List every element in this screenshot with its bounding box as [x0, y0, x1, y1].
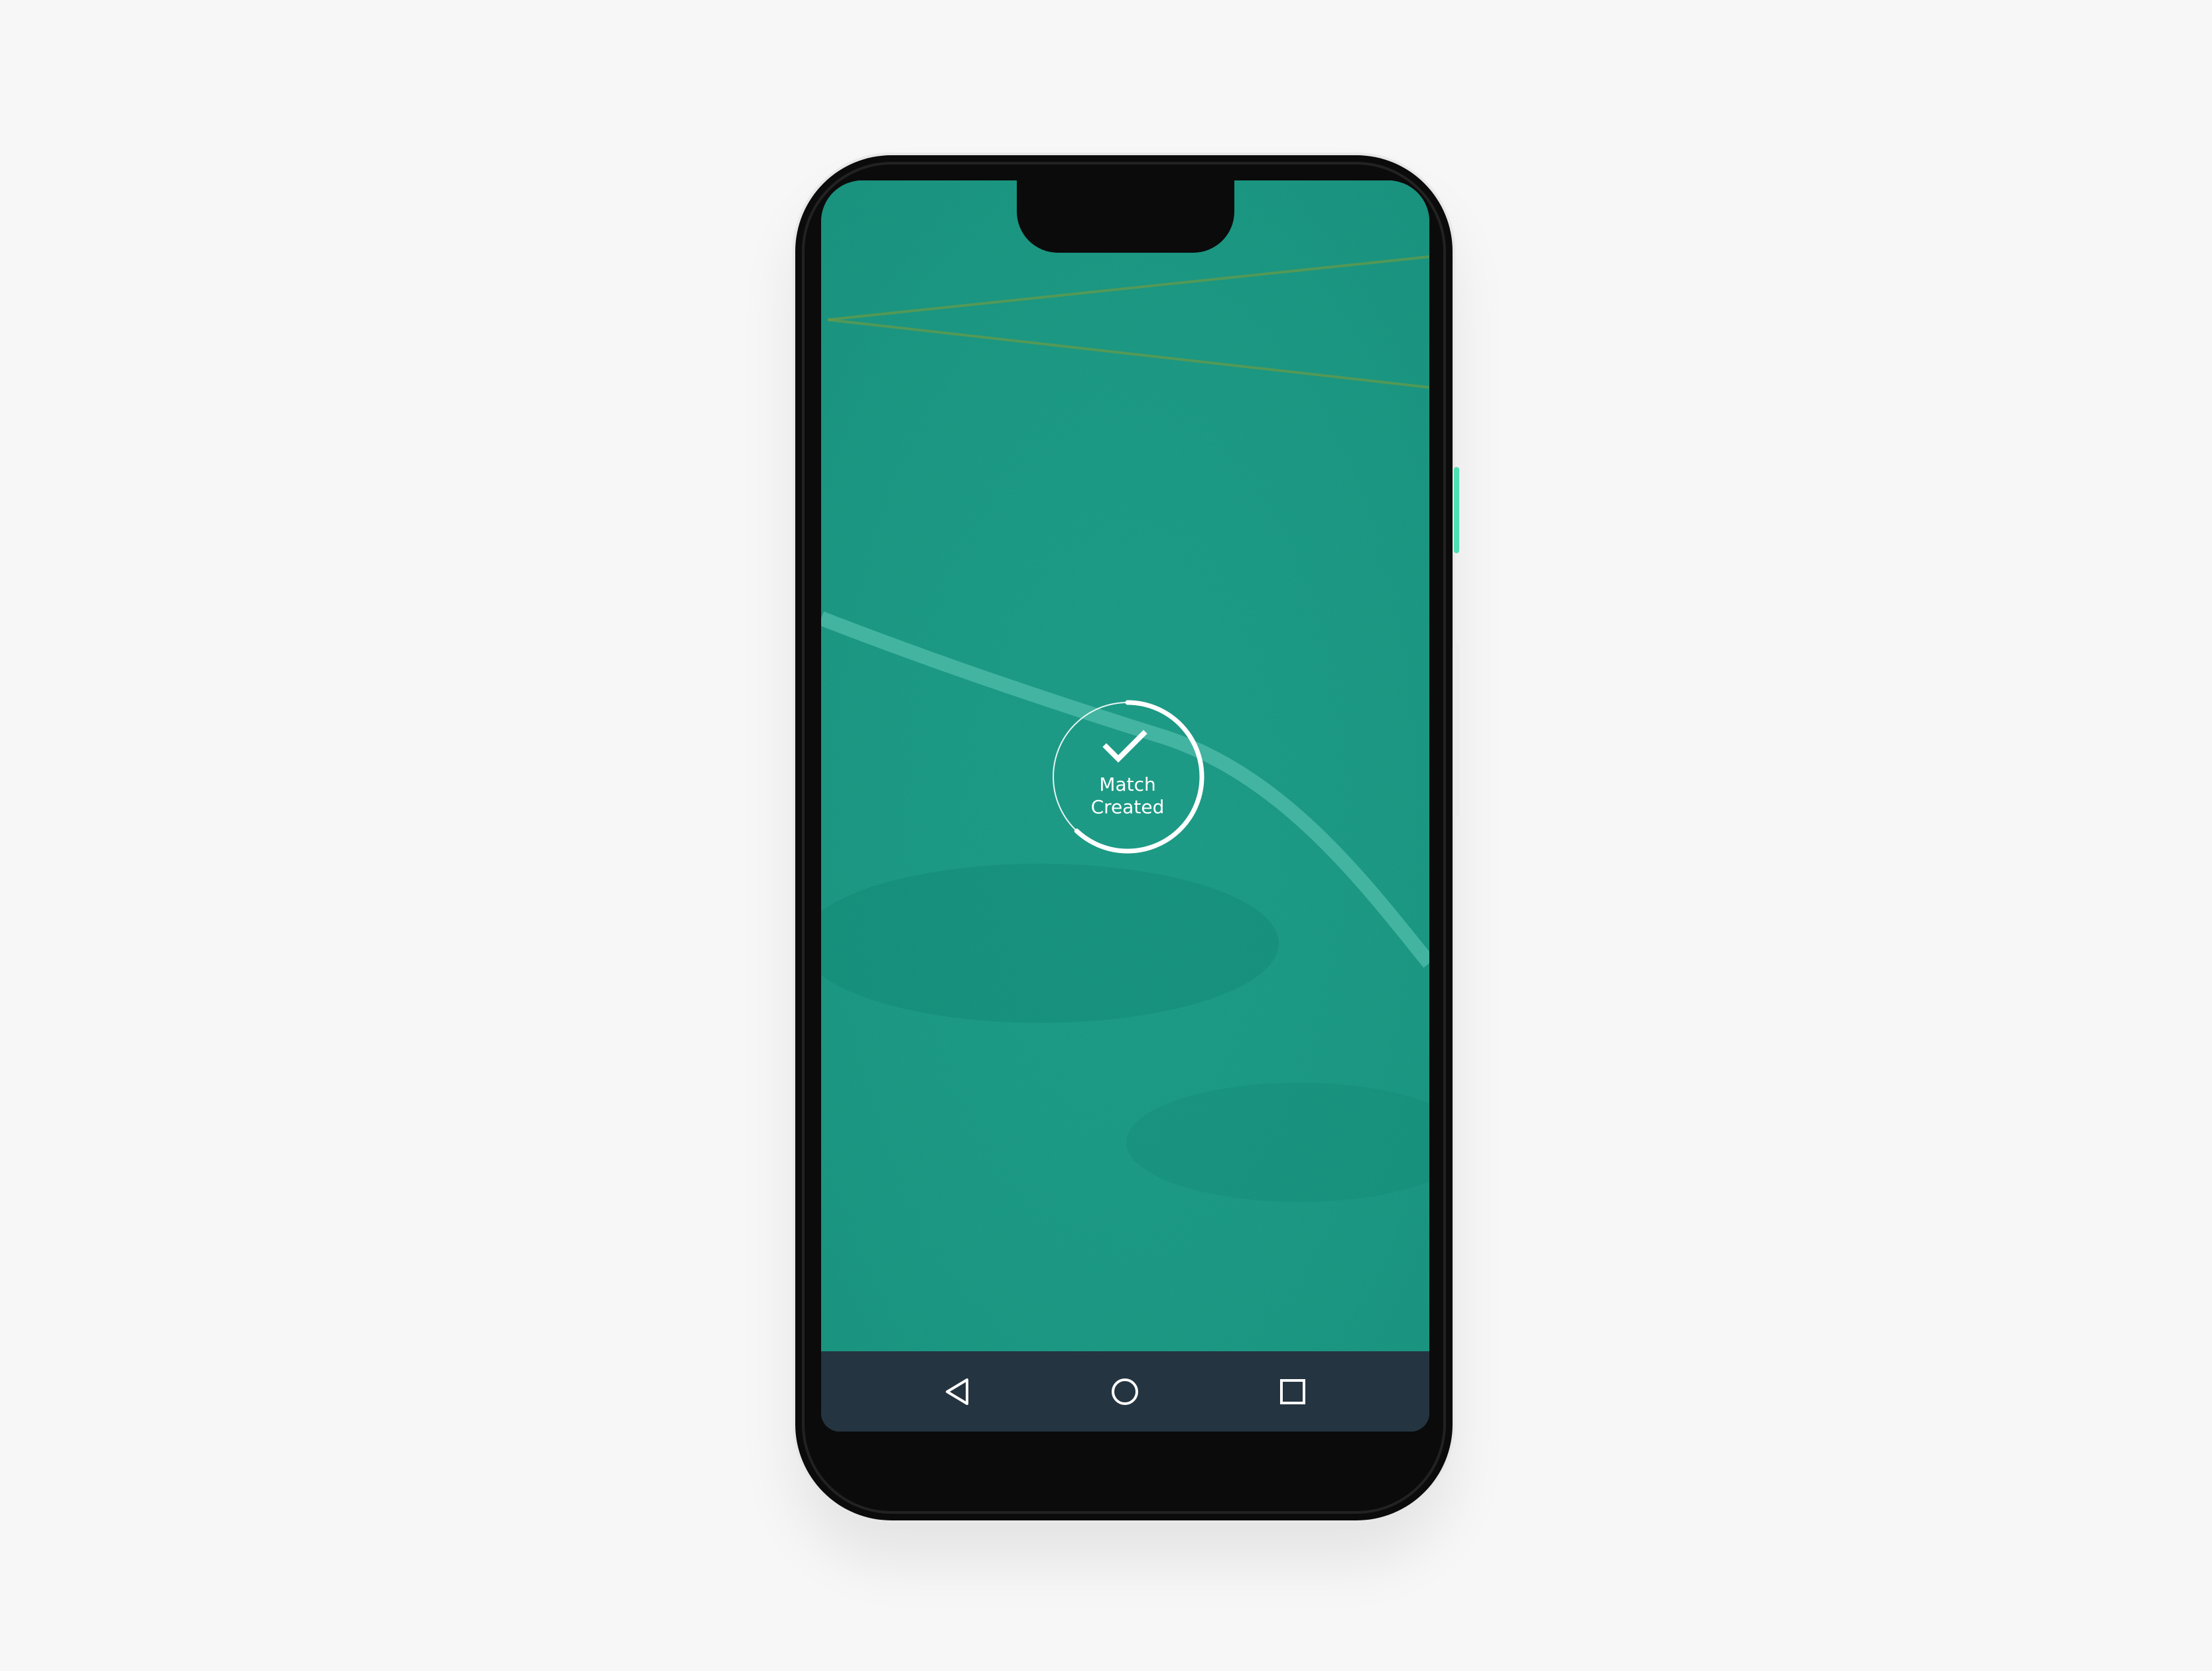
shadow-patch: [821, 864, 1279, 1023]
phone-screen: Match Created: [821, 180, 1429, 1432]
back-triangle-icon: [946, 1378, 969, 1405]
home-circle-icon: [1112, 1378, 1139, 1405]
volume-button: [1454, 643, 1459, 817]
status-line-2: Created: [1090, 796, 1165, 818]
android-navigation-bar: [821, 1351, 1429, 1432]
home-button[interactable]: [1105, 1372, 1145, 1412]
recents-square-icon: [1279, 1378, 1305, 1404]
back-button[interactable]: [938, 1372, 978, 1412]
check-icon: [1102, 730, 1147, 763]
display-notch: [1017, 180, 1234, 253]
power-button: [1454, 467, 1459, 553]
status-line-1: Match: [1099, 773, 1156, 795]
match-created-indicator: Match Created: [1050, 699, 1205, 854]
recents-button[interactable]: [1273, 1372, 1313, 1412]
device-mockup-stage: Match Created: [0, 0, 2212, 1671]
